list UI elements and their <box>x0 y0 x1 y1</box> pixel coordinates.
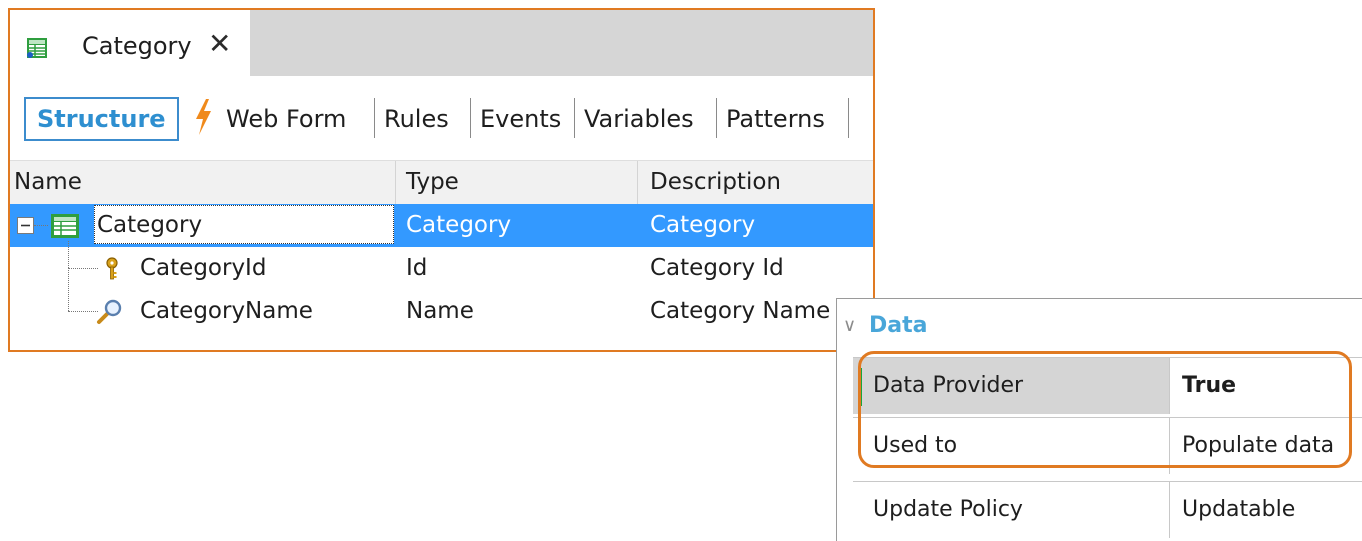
tree-connector <box>68 311 98 313</box>
tree-connector <box>68 268 98 270</box>
property-value[interactable]: Updatable <box>1171 482 1362 538</box>
property-name: Used to <box>853 418 1170 474</box>
table-row[interactable]: Category Category Category <box>10 204 873 247</box>
chevron-down-icon[interactable]: ∨ <box>843 315 856 336</box>
transaction-icon <box>27 38 47 58</box>
toolbar-separator <box>716 98 717 138</box>
close-icon[interactable]: ✕ <box>208 27 231 61</box>
tab-events[interactable]: Events <box>480 97 561 141</box>
tab-variables[interactable]: Variables <box>584 97 694 141</box>
property-value[interactable]: Populate data <box>1171 418 1362 474</box>
structure-grid-header: Name Type Description <box>10 160 873 205</box>
row-name[interactable]: CategoryName <box>140 290 313 333</box>
transaction-level-icon <box>51 214 79 238</box>
row-description[interactable]: Category Id <box>650 247 784 290</box>
key-icon <box>106 257 118 280</box>
lightning-bolt-icon <box>196 99 211 135</box>
row-description[interactable]: Category Name <box>650 290 830 333</box>
transaction-editor: Category ✕ Structure Web Form Rules Even… <box>8 8 875 352</box>
column-divider[interactable] <box>637 161 638 204</box>
column-divider[interactable] <box>395 161 396 204</box>
column-header-description[interactable]: Description <box>650 161 781 204</box>
row-type[interactable]: Id <box>406 247 427 290</box>
row-description[interactable]: Category <box>650 204 755 247</box>
property-name: Update Policy <box>853 482 1170 538</box>
tab-rules[interactable]: Rules <box>384 97 449 141</box>
tree-connector <box>34 225 48 227</box>
table-row[interactable]: CategoryId Id Category Id <box>10 241 873 290</box>
property-row-update-policy[interactable]: Update Policy Updatable <box>853 481 1362 538</box>
property-name: Data Provider <box>853 358 1170 414</box>
tab-patterns[interactable]: Patterns <box>726 97 825 141</box>
column-header-type[interactable]: Type <box>406 161 459 204</box>
document-tab-strip: Category ✕ <box>10 10 873 76</box>
tree-connector <box>68 268 70 311</box>
tab-title: Category <box>82 32 192 60</box>
row-type[interactable]: Category <box>406 204 511 247</box>
toolbar-separator <box>848 98 849 138</box>
toolbar-separator <box>374 98 375 138</box>
row-name[interactable]: Category <box>94 205 394 244</box>
row-name[interactable]: CategoryId <box>140 247 266 290</box>
row-type[interactable]: Name <box>406 290 474 333</box>
properties-panel: ∨ Data Data Provider True Used to Popula… <box>836 298 1362 541</box>
part-toolbar: Structure Web Form Rules Events Variable… <box>10 76 873 173</box>
tree-connector <box>68 241 70 268</box>
tab-web-form[interactable]: Web Form <box>226 97 346 141</box>
tab-structure[interactable]: Structure <box>24 97 179 141</box>
property-value[interactable]: True <box>1171 358 1362 414</box>
property-row-used-to[interactable]: Used to Populate data <box>853 417 1362 474</box>
collapse-icon[interactable] <box>17 217 34 234</box>
toolbar-separator <box>470 98 471 138</box>
property-group-data[interactable]: ∨ Data <box>837 299 1362 355</box>
property-row-data-provider[interactable]: Data Provider True <box>853 357 1362 414</box>
toolbar-separator <box>574 98 575 138</box>
table-row[interactable]: CategoryName Name Category Name <box>10 268 873 333</box>
document-tab-category[interactable]: Category ✕ <box>10 10 250 76</box>
descriptor-icon <box>97 299 122 324</box>
column-header-name[interactable]: Name <box>14 161 82 204</box>
property-group-label: Data <box>869 313 928 338</box>
